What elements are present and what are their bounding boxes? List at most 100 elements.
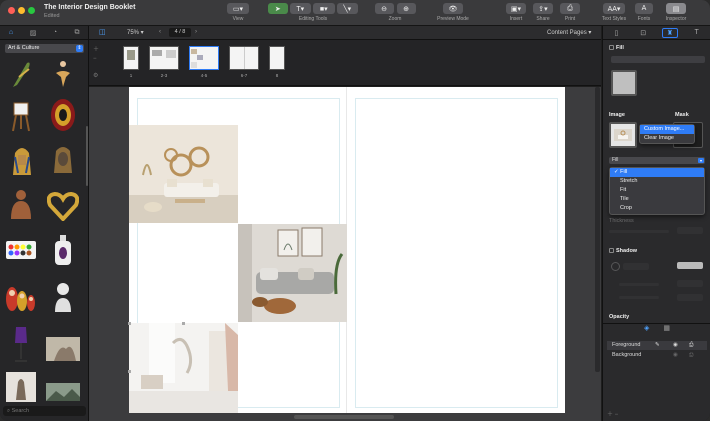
document-tab-icon[interactable]: ▯ (608, 29, 624, 37)
fill-mode-select[interactable]: Fill ▾ (609, 157, 705, 164)
fill-type-select[interactable] (611, 56, 705, 63)
image-well[interactable] (609, 122, 637, 148)
thumbnail-page-2-3[interactable] (149, 46, 179, 70)
thickness-slider[interactable] (609, 230, 669, 233)
zoom-out-icon[interactable]: ⊖ (374, 3, 394, 14)
bust-icon[interactable] (50, 278, 76, 316)
preview-mode-button[interactable]: 👁 Preview Mode (434, 3, 472, 24)
selection-handle[interactable] (128, 322, 131, 325)
thumbnail-page-6-7[interactable] (229, 46, 259, 70)
shadow-blur-slider[interactable] (619, 296, 659, 299)
objects-tab-icon[interactable]: ⧉ (66, 29, 88, 37)
layer-row-background[interactable]: Background ◉ ⎙ (607, 351, 707, 360)
statue-icon[interactable] (6, 372, 36, 402)
sphinx-icon[interactable] (8, 142, 36, 178)
page-spread[interactable] (128, 87, 565, 413)
shadow-blur-field[interactable] (677, 294, 703, 301)
category-select[interactable]: Art & Culture ⇕ (5, 44, 84, 53)
thumbnail-page-1[interactable] (123, 46, 139, 70)
pages-view-icon[interactable]: ◫ (99, 28, 106, 36)
minimize-window-button[interactable] (18, 7, 25, 14)
library-search-input[interactable]: ⌕ Search (3, 406, 86, 416)
document-canvas[interactable] (89, 87, 601, 421)
zoom-select[interactable]: 75% ▾ (127, 29, 144, 36)
thumbnail-page-4-5[interactable] (189, 46, 219, 70)
shape-tool-button[interactable]: ■▾ (313, 3, 335, 14)
shadow-offset-field[interactable] (677, 280, 703, 287)
buddha-icon[interactable] (6, 186, 36, 222)
printer-icon[interactable]: ⎙ (689, 351, 693, 360)
text-tool-button[interactable]: T▾ (289, 3, 312, 14)
add-page-icon[interactable]: ＋ (93, 44, 99, 53)
photos-tab-icon[interactable]: ▨ (22, 29, 44, 37)
eye-icon[interactable]: ◉ (673, 351, 678, 360)
mannequin-icon[interactable] (8, 324, 34, 364)
close-window-button[interactable] (8, 7, 15, 14)
sculpture-icon[interactable] (46, 336, 80, 362)
fill-mode-option[interactable]: Fit (610, 186, 704, 195)
grid-tab-icon[interactable]: ▦ (663, 324, 670, 335)
shadow-section[interactable]: Shadow (609, 248, 637, 254)
heart-frame-icon[interactable] (46, 190, 80, 222)
fonts-button[interactable]: A Fonts (634, 3, 654, 24)
custom-image-menu-item[interactable]: Custom Image... (640, 125, 694, 134)
fill-color-well[interactable] (611, 70, 637, 96)
pencil-icon[interactable]: ✎ (655, 341, 660, 350)
gear-icon[interactable]: ⚙ (93, 72, 98, 79)
fill-section[interactable]: Fill (609, 45, 624, 51)
view-tool[interactable]: ▭▾ View (226, 3, 250, 24)
layers-tab-icon[interactable]: ◈ (644, 324, 649, 335)
tomato-can-icon[interactable] (48, 96, 78, 134)
pharaoh-mask-icon[interactable] (50, 142, 76, 178)
printer-icon[interactable]: ⎙ (689, 341, 693, 350)
shadow-angle-dial[interactable] (611, 262, 620, 271)
shadow-color-well[interactable] (677, 262, 703, 269)
library-scrollbar[interactable] (86, 126, 88, 186)
fill-mode-option[interactable]: Stretch (610, 177, 704, 186)
eye-icon[interactable]: ◉ (673, 341, 678, 350)
living-room-photo[interactable] (129, 125, 238, 223)
layout-tab-icon[interactable]: ⊡ (635, 29, 651, 37)
shadow-angle-field[interactable] (623, 263, 649, 270)
feather-icon[interactable] (8, 58, 34, 90)
thickness-field[interactable] (677, 227, 703, 234)
print-button[interactable]: ⎙ Print (559, 3, 581, 24)
canvas-horizontal-scrollbar[interactable] (294, 415, 394, 419)
shadow-offset-slider[interactable] (619, 283, 659, 286)
canvas-vertical-scrollbar[interactable] (595, 87, 600, 372)
nesting-dolls-icon[interactable] (4, 278, 38, 314)
fill-checkbox[interactable] (609, 45, 614, 51)
zoom-in-icon[interactable]: ⊕ (396, 3, 416, 14)
white-room-photo[interactable] (129, 323, 238, 413)
previous-page-icon[interactable]: ‹ (159, 29, 161, 35)
layer-row-foreground[interactable]: Foreground ✎ ◉ ⎙ (607, 341, 707, 350)
add-layer-icon[interactable]: ＋ − (607, 409, 618, 418)
fill-mode-option[interactable]: Tile (610, 195, 704, 204)
line-tool-button[interactable]: ╲▾ (336, 3, 358, 14)
shadow-checkbox[interactable] (609, 248, 614, 254)
select-tool-button[interactable]: ➤ (268, 3, 288, 14)
text-styles-button[interactable]: AA▾ Text Styles (600, 3, 628, 24)
page-indicator[interactable]: 4 / 8 (169, 28, 191, 37)
share-button[interactable]: ⇪▾ Share (532, 3, 554, 24)
remove-page-icon[interactable]: − (93, 56, 97, 62)
ballerina-icon[interactable] (50, 58, 76, 90)
next-page-icon[interactable]: › (195, 29, 197, 35)
easel-icon[interactable] (8, 98, 34, 134)
perfume-bottle-icon[interactable] (50, 232, 76, 268)
style-tab-icon[interactable]: ♜ (661, 27, 678, 38)
fill-mode-option[interactable]: ✓ Fill (610, 168, 704, 177)
clip-tab-icon[interactable]: ◔ (44, 29, 66, 36)
painting-icon[interactable] (46, 382, 80, 402)
inspector-button[interactable]: ▤ Inspector (662, 3, 690, 24)
text-tab-icon[interactable]: T (689, 29, 705, 36)
selection-handle[interactable] (182, 322, 185, 325)
insert-button[interactable]: ▣▾ Insert (505, 3, 527, 24)
shapes-tab-icon[interactable]: ⌂ (0, 29, 22, 36)
section-select[interactable]: Content Pages ▾ (547, 29, 591, 36)
selection-handle[interactable] (128, 370, 131, 373)
fill-mode-option[interactable]: Crop (610, 204, 704, 213)
paint-palette-icon[interactable] (4, 236, 38, 264)
grey-sofa-photo[interactable] (238, 224, 347, 322)
clear-image-menu-item[interactable]: Clear Image (640, 134, 694, 143)
